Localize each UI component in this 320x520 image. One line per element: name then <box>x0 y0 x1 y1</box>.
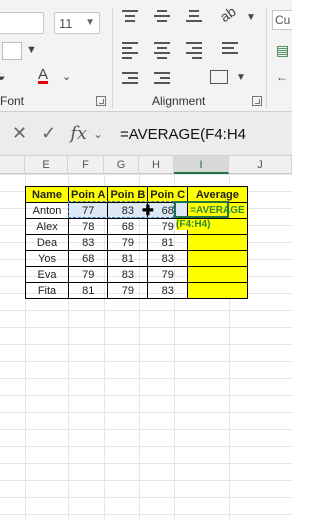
cell-name[interactable]: Anton <box>25 202 69 219</box>
cell-poin-a[interactable]: 83 <box>67 234 109 251</box>
formula-bar: ✕ ✓ fx ⌄ =AVERAGE(F4:H4 <box>0 112 292 156</box>
cell-average[interactable] <box>187 282 248 299</box>
table-row: Yos 68 81 83 <box>25 250 248 267</box>
decrease-indent-icon[interactable] <box>122 72 138 84</box>
number-format-dropdown[interactable]: Cu <box>272 10 292 30</box>
alignment-group-label: Alignment <box>152 94 206 108</box>
header-average[interactable]: Average <box>187 186 248 203</box>
font-dialog-launcher-icon[interactable] <box>96 96 106 106</box>
row-header-corner[interactable] <box>0 156 25 174</box>
cell-average[interactable] <box>187 250 248 267</box>
column-header-f[interactable]: F <box>68 156 104 174</box>
column-header-i[interactable]: I <box>174 156 229 174</box>
font-color-button[interactable]: A <box>38 66 48 83</box>
formula-input[interactable]: =AVERAGE(F4:H4 <box>120 126 246 143</box>
header-poin-b[interactable]: Poin B <box>107 186 149 203</box>
column-header-row: E F G H I J <box>0 156 292 174</box>
cell-cursor-icon: ✚ <box>142 202 154 218</box>
orientation-icon[interactable]: ab <box>217 3 239 25</box>
cell-poin-a[interactable]: 77 <box>67 202 109 219</box>
header-name[interactable]: Name <box>25 186 69 203</box>
cancel-icon[interactable]: ✕ <box>12 123 27 144</box>
currency-icon[interactable]: ▤ <box>276 42 289 59</box>
chevron-down-icon[interactable]: ⌄ <box>93 127 103 141</box>
align-middle-icon[interactable] <box>154 10 170 22</box>
align-top-icon[interactable] <box>122 10 138 22</box>
scores-table: Name Poin A Poin B Poin C Average Anton … <box>25 186 248 299</box>
cell-poin-c[interactable]: 79 <box>147 266 189 283</box>
chevron-down-icon[interactable]: ▼ <box>26 44 37 56</box>
group-separator <box>112 8 113 108</box>
column-header-j[interactable]: J <box>229 156 292 174</box>
align-right-icon[interactable] <box>186 42 202 59</box>
column-header-h[interactable]: H <box>139 156 174 174</box>
font-name-dropdown[interactable] <box>0 12 44 34</box>
enter-icon[interactable]: ✓ <box>41 123 56 144</box>
chevron-down-icon[interactable]: ▼ <box>236 72 246 83</box>
chevron-down-icon[interactable]: ⌄ <box>62 70 71 83</box>
cell-name[interactable]: Fita <box>25 282 69 299</box>
cell-poin-a[interactable]: 81 <box>67 282 109 299</box>
cell-poin-b[interactable]: 79 <box>107 234 149 251</box>
cell-poin-c[interactable]: 81 <box>147 234 189 251</box>
font-group-label: Font <box>0 94 25 108</box>
cell-poin-c[interactable]: 83 <box>147 250 189 267</box>
align-center-icon[interactable] <box>154 42 170 59</box>
table-row: Alex 78 68 79 <box>25 218 248 235</box>
column-header-g[interactable]: G <box>104 156 139 174</box>
header-poin-a[interactable]: Poin A <box>67 186 109 203</box>
cell-average[interactable] <box>187 266 248 283</box>
header-poin-c[interactable]: Poin C <box>147 186 189 203</box>
font-size-dropdown[interactable]: 11 ▼ <box>54 12 100 34</box>
cell-poin-b[interactable]: 79 <box>107 282 149 299</box>
merge-center-icon[interactable] <box>210 70 228 84</box>
cell-average[interactable] <box>187 234 248 251</box>
cell-name[interactable]: Yos <box>25 250 69 267</box>
cell-poin-a[interactable]: 79 <box>67 266 109 283</box>
comma-style-icon[interactable]: ← <box>276 70 288 84</box>
align-bottom-icon[interactable] <box>186 10 202 22</box>
chevron-down-icon[interactable]: ▼ <box>246 12 256 23</box>
table-row: Eva 79 83 79 <box>25 266 248 283</box>
cell-poin-b[interactable]: 68 <box>107 218 149 235</box>
alignment-dialog-launcher-icon[interactable] <box>252 96 262 106</box>
table-header-row: Name Poin A Poin B Poin C Average <box>25 186 248 203</box>
cell-poin-a[interactable]: 68 <box>67 250 109 267</box>
border-button[interactable] <box>2 42 22 60</box>
fill-color-icon[interactable]: ◒ <box>0 68 6 86</box>
group-separator <box>266 8 267 108</box>
increase-indent-icon[interactable] <box>154 72 170 84</box>
wrap-text-icon[interactable] <box>222 42 238 54</box>
table-row: Dea 83 79 81 <box>25 234 248 251</box>
insert-function-icon[interactable]: fx <box>70 123 87 144</box>
align-left-icon[interactable] <box>122 42 138 59</box>
font-size-value: 11 <box>59 15 73 31</box>
cell-poin-a[interactable]: 78 <box>67 218 109 235</box>
cell-name[interactable]: Eva <box>25 266 69 283</box>
column-header-e[interactable]: E <box>25 156 68 174</box>
formula-range-text: (F4:H4) <box>176 219 211 230</box>
cell-poin-b[interactable]: 83 <box>107 266 149 283</box>
table-row: Anton 77 83 68 =AVERAGE <box>25 202 248 219</box>
cell-average-active[interactable]: =AVERAGE <box>187 202 248 219</box>
ribbon: 11 ▼ ▼ ◒ A ⌄ Font ab ▼ ▼ Alignment Cu ▤ … <box>0 0 292 112</box>
chevron-down-icon: ▼ <box>85 17 95 28</box>
cell-poin-b[interactable]: 81 <box>107 250 149 267</box>
cell-name[interactable]: Alex <box>25 218 69 235</box>
table-row: Fita 81 79 83 <box>25 282 248 299</box>
cell-name[interactable]: Dea <box>25 234 69 251</box>
cell-poin-c[interactable]: 83 <box>147 282 189 299</box>
